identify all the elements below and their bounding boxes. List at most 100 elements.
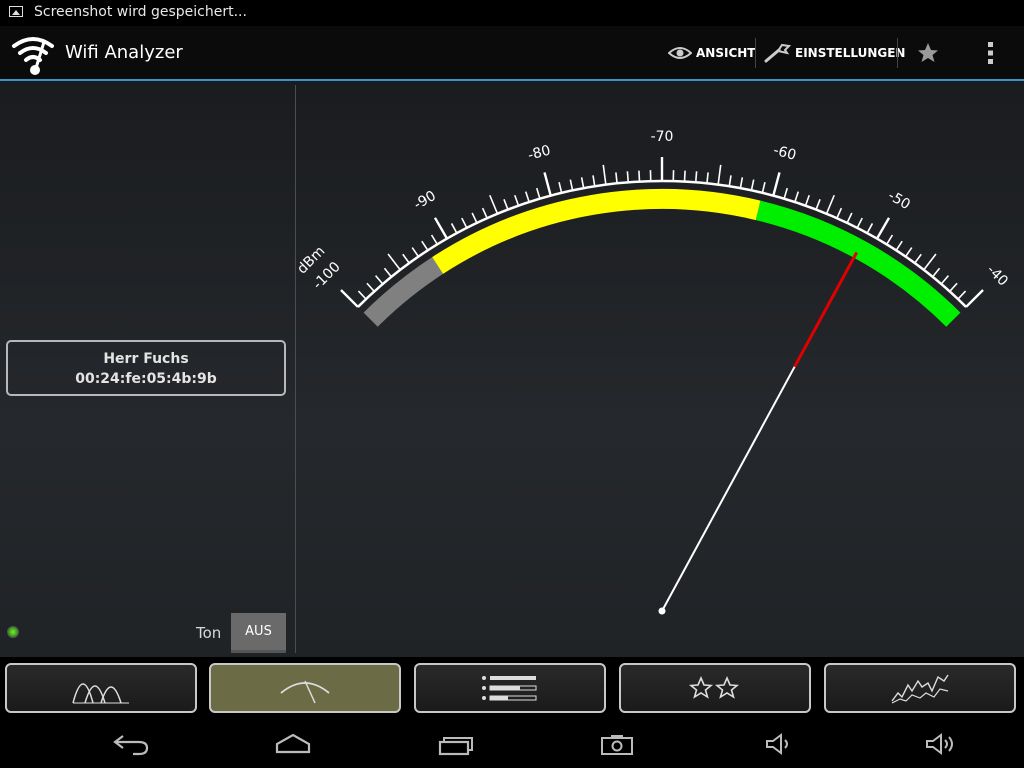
channel-graph-icon	[72, 683, 129, 704]
tab-ap-list[interactable]	[414, 663, 606, 713]
meter-tick	[558, 181, 563, 194]
meter-tick	[739, 177, 744, 189]
meter-tick	[940, 275, 950, 285]
access-point-name: Herr Fuchs	[103, 351, 189, 367]
meter-tick	[846, 212, 853, 224]
screenshot-button[interactable]	[593, 728, 641, 760]
status-bar: Screenshot wird gespeichert...	[0, 0, 1024, 26]
system-nav-bar	[0, 720, 1024, 768]
meter-tick	[794, 191, 800, 203]
meter-tick	[728, 175, 732, 187]
app-title: Wifi Analyzer	[65, 42, 183, 63]
settings-button[interactable]: EINSTELLUNGEN	[763, 26, 905, 79]
meter-tick	[717, 164, 722, 185]
action-bar: Wifi Analyzer ANSICHT EINSTELLUNGEN	[0, 26, 1024, 81]
meter-zones	[363, 189, 961, 327]
meter-tick	[602, 164, 607, 185]
meter-tick-label: -50	[885, 188, 913, 213]
meter-tick	[866, 223, 874, 234]
meter-zone	[432, 189, 761, 274]
back-icon	[113, 735, 149, 756]
time-graph-icon	[891, 674, 949, 704]
meter-tick	[761, 181, 766, 194]
meter-tick	[914, 253, 922, 264]
meter-tick	[615, 172, 618, 184]
status-notification-text: Screenshot wird gespeichert...	[34, 4, 247, 20]
meter-tick	[461, 217, 468, 229]
stars-icon	[688, 675, 740, 699]
wifi-logo-icon[interactable]	[10, 30, 56, 76]
meter-tick	[895, 240, 903, 251]
meter-tick	[411, 247, 420, 258]
tab-channel-graph[interactable]	[5, 663, 197, 713]
meter-tick	[885, 234, 894, 245]
eye-icon	[668, 46, 692, 59]
access-point-selector[interactable]: Herr Fuchs 00:24:fe:05:4b:9b	[6, 340, 286, 396]
favorites-button[interactable]	[916, 26, 944, 79]
sound-label: Ton	[196, 624, 222, 642]
volume-down-button[interactable]	[755, 728, 803, 760]
meter-tick	[626, 171, 630, 183]
meter-needle-tip	[793, 251, 858, 368]
volume-down-icon	[766, 733, 788, 755]
recent-apps-button[interactable]	[432, 728, 480, 760]
meter-tick	[638, 170, 641, 182]
meter-tick	[387, 253, 401, 271]
meter-tick-label: -60	[772, 142, 798, 163]
tab-bar	[0, 657, 1024, 720]
meter-tick	[949, 282, 958, 292]
meter-tick	[374, 275, 384, 285]
meter-tick	[524, 191, 530, 203]
meter-tick	[750, 179, 755, 191]
back-button[interactable]	[107, 728, 155, 760]
overflow-menu-button[interactable]	[986, 26, 1000, 79]
meter-tick	[706, 172, 709, 184]
screenshot-icon	[601, 735, 633, 755]
meter-tick	[450, 223, 458, 234]
tab-signal-meter[interactable]	[209, 663, 401, 713]
meter-tick	[804, 195, 810, 206]
overflow-menu-icon	[988, 41, 993, 64]
volume-up-icon	[926, 733, 953, 755]
meter-tick	[340, 289, 359, 308]
meter-tick	[694, 171, 698, 183]
meter-tick	[592, 175, 596, 187]
view-button-label: ANSICHT	[696, 45, 756, 60]
action-divider	[897, 38, 898, 68]
ap-list-icon	[482, 676, 537, 701]
meter-tick	[514, 195, 520, 206]
tab-time-graph[interactable]	[824, 663, 1016, 713]
meter-tick	[481, 207, 488, 219]
sound-toggle[interactable]: AUS	[231, 613, 286, 653]
signal-meter-icon	[280, 680, 330, 704]
meter-tick	[931, 267, 941, 278]
meter-tick	[433, 217, 449, 240]
wrench-icon	[764, 43, 791, 62]
meter-tick	[489, 194, 499, 215]
meter-tick	[357, 290, 367, 300]
meter-tick	[503, 199, 509, 210]
settings-button-label: EINSTELLUNGEN	[795, 45, 906, 60]
meter-tick	[856, 217, 863, 229]
volume-up-button[interactable]	[917, 728, 965, 760]
home-button[interactable]	[269, 728, 317, 760]
meter-tick	[535, 187, 541, 199]
view-button[interactable]: ANSICHT	[668, 26, 755, 79]
meter-needle	[658, 251, 858, 615]
meter-tick	[580, 177, 585, 189]
meter-tick	[402, 253, 410, 264]
meter-tick	[957, 290, 967, 300]
image-icon	[9, 6, 23, 17]
meter-tick	[965, 289, 984, 308]
meter-ticks	[340, 157, 984, 308]
recent-apps-icon	[438, 737, 473, 756]
meter-tick	[815, 199, 821, 210]
tab-channel-rating[interactable]	[619, 663, 811, 713]
main-content: Herr Fuchs 00:24:fe:05:4b:9b Ton AUS -10…	[0, 81, 1024, 657]
meter-tick	[683, 170, 686, 182]
meter-tick	[543, 172, 552, 196]
meter-tick	[825, 194, 835, 215]
access-point-mac: 00:24:fe:05:4b:9b	[75, 371, 217, 387]
meter-pivot	[658, 607, 666, 615]
meter-tick	[772, 172, 781, 196]
